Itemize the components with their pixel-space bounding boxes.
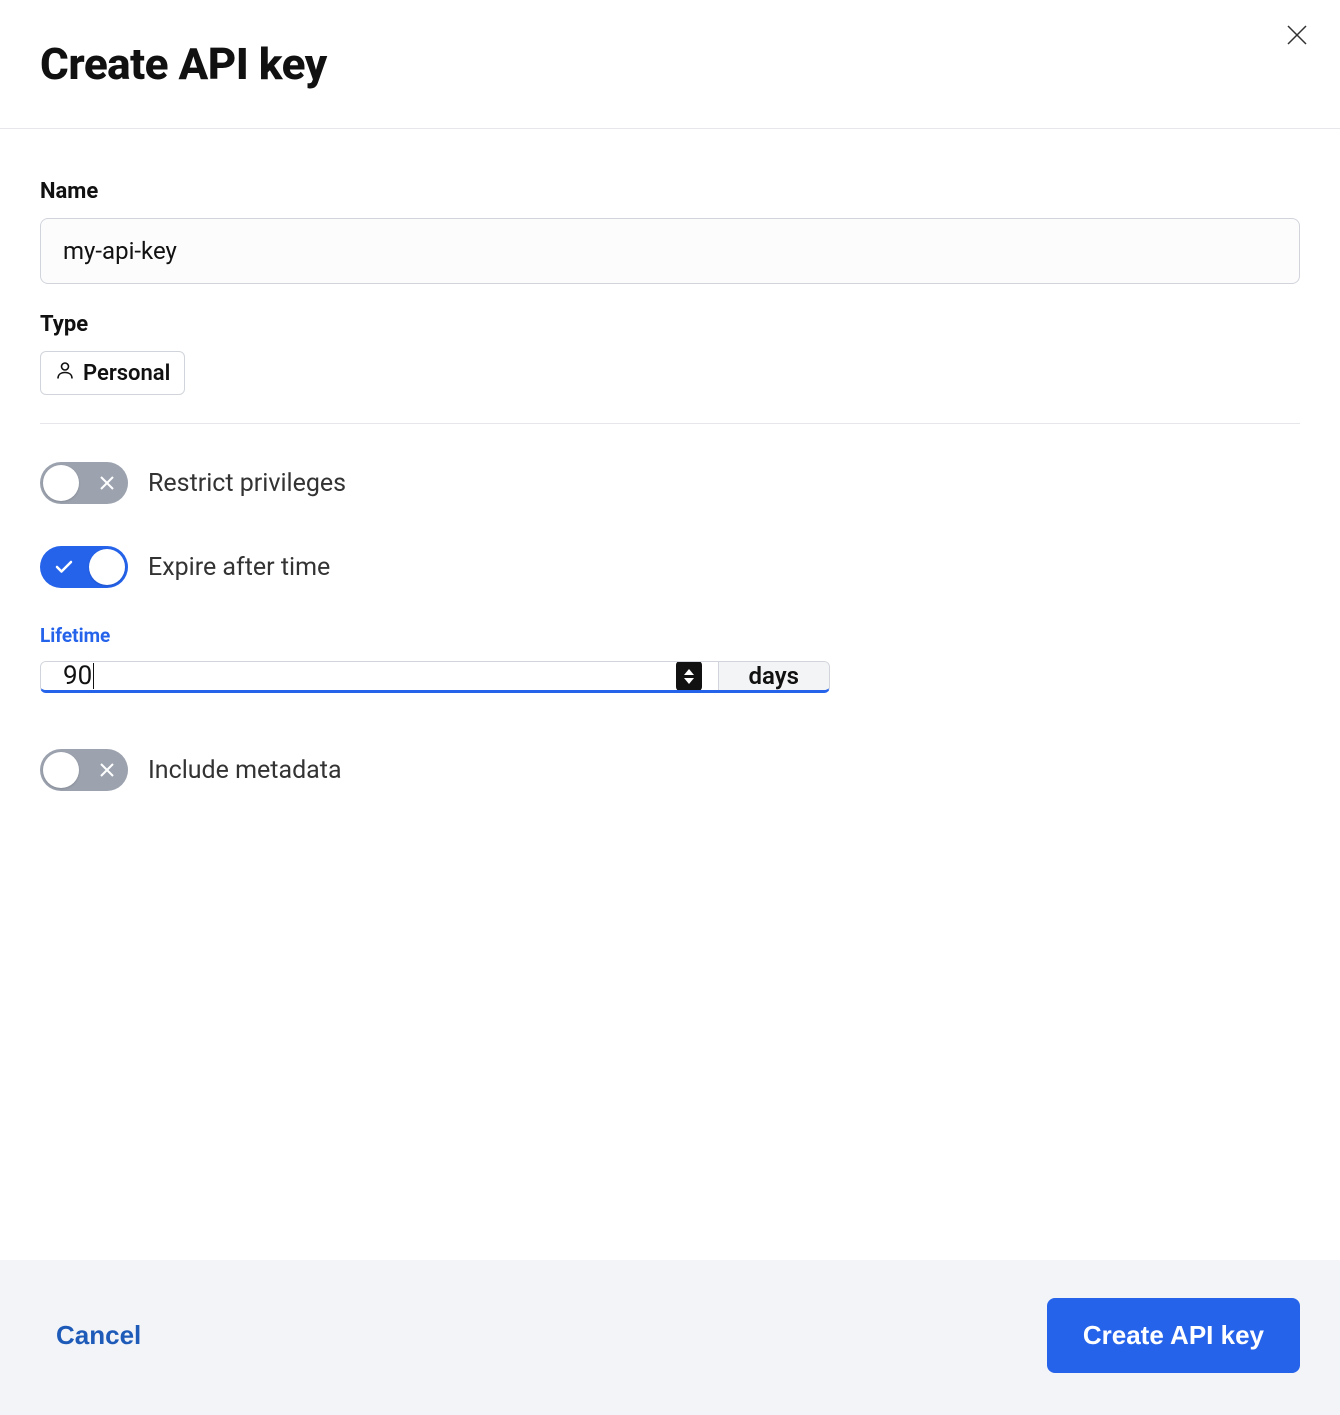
name-field-group: Name xyxy=(40,179,1300,284)
lifetime-value: 90 xyxy=(63,663,94,689)
lifetime-label: Lifetime xyxy=(40,624,1300,647)
modal-header: Create API key xyxy=(0,0,1340,129)
include-metadata-toggle[interactable] xyxy=(40,749,128,791)
chevron-down-icon xyxy=(684,678,694,684)
modal-footer: Cancel Create API key xyxy=(0,1260,1340,1415)
type-value: Personal xyxy=(83,361,170,386)
modal-title: Create API key xyxy=(40,38,1300,90)
x-icon xyxy=(99,475,115,491)
modal-body: Name Type Personal xyxy=(0,129,1340,1260)
cancel-button[interactable]: Cancel xyxy=(40,1306,157,1365)
toggle-knob xyxy=(43,752,79,788)
lifetime-unit: days xyxy=(718,662,829,690)
create-api-key-modal: Create API key Name Type xyxy=(0,0,1340,1415)
close-button[interactable] xyxy=(1282,22,1312,52)
restrict-privileges-toggle[interactable] xyxy=(40,462,128,504)
expire-after-time-row: Expire after time xyxy=(40,546,1300,588)
toggle-knob xyxy=(43,465,79,501)
toggle-knob xyxy=(89,549,125,585)
create-api-key-button[interactable]: Create API key xyxy=(1047,1298,1300,1373)
number-stepper-icon[interactable] xyxy=(676,661,702,691)
expire-after-time-toggle[interactable] xyxy=(40,546,128,588)
check-icon xyxy=(55,560,73,574)
include-metadata-label: Include metadata xyxy=(148,756,342,785)
x-icon xyxy=(99,762,115,778)
close-icon xyxy=(1286,24,1308,50)
restrict-privileges-row: Restrict privileges xyxy=(40,462,1300,504)
include-metadata-row: Include metadata xyxy=(40,749,1300,791)
type-field-group: Type Personal xyxy=(40,312,1300,395)
lifetime-input[interactable]: 90 xyxy=(41,662,718,690)
restrict-privileges-label: Restrict privileges xyxy=(148,469,346,498)
divider xyxy=(40,423,1300,424)
person-icon xyxy=(55,360,75,386)
type-label: Type xyxy=(40,312,1300,337)
lifetime-section: Lifetime 90 days xyxy=(40,624,1300,693)
chevron-up-icon xyxy=(684,669,694,675)
name-input[interactable] xyxy=(40,218,1300,284)
type-chip[interactable]: Personal xyxy=(40,351,185,395)
name-label: Name xyxy=(40,179,1300,204)
lifetime-input-wrap: 90 days xyxy=(40,661,830,693)
expire-after-time-label: Expire after time xyxy=(148,553,330,582)
